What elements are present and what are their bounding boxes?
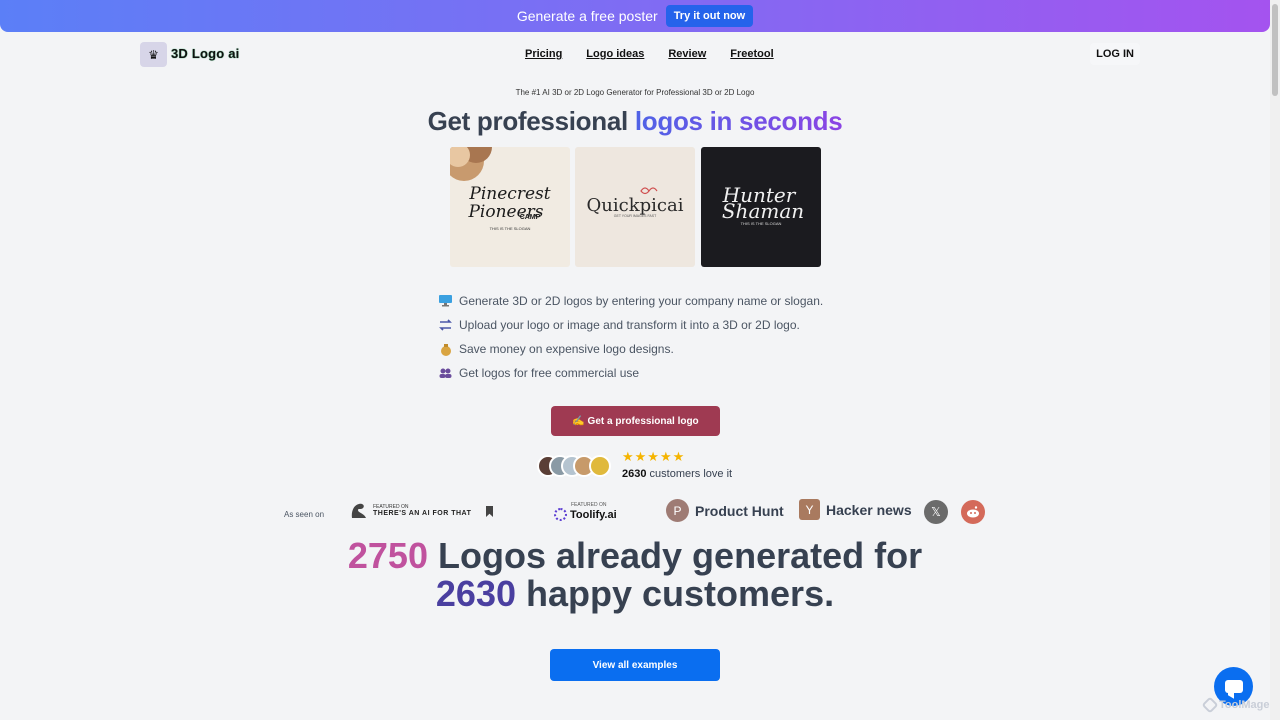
brand-name[interactable]: 3D Logo ai <box>171 46 239 61</box>
example-logo-quickpicai[interactable]: Quickpicai GET YOUR IMAGES FAST <box>575 147 695 267</box>
people-icon <box>439 367 452 380</box>
arm-icon <box>351 503 366 518</box>
promo-banner: Generate a free poster Try it out now <box>0 0 1270 32</box>
try-it-button[interactable]: Try it out now <box>665 5 754 27</box>
aift-name: THERE'S AN AI FOR THAT <box>373 509 472 517</box>
feature-item: Generate 3D or 2D logos by entering your… <box>439 289 823 313</box>
theresanaiforthat-badge[interactable]: FEATURED ON THERE'S AN AI FOR THAT <box>350 501 471 519</box>
get-logo-button[interactable]: ✍️ Get a professional logo <box>551 406 720 436</box>
hacker-news-icon: Y <box>799 499 820 520</box>
bookmark-icon <box>486 506 493 517</box>
headline-plain: Get professional <box>427 106 629 136</box>
as-seen-on-label: As seen on <box>284 510 325 519</box>
feature-item: Upload your logo or image and transform … <box>439 313 823 337</box>
product-hunt-badge[interactable]: P Product Hunt <box>666 499 784 522</box>
stats-headline: 2750 Logos already generated for 2630 ha… <box>0 537 1270 613</box>
watermark: ToolMage <box>1201 696 1270 714</box>
customer-count-number: 2630 <box>622 468 647 480</box>
hacker-news-badge[interactable]: Y Hacker news <box>799 499 912 520</box>
stats-line-1: 2750 Logos already generated for <box>0 537 1270 575</box>
quickpicai-slogan: GET YOUR IMAGES FAST <box>614 214 657 218</box>
hacker-news-label: Hacker news <box>826 501 912 518</box>
hunter-slogan: THIS IS THE SLOGAN <box>741 221 782 226</box>
logos-generated-count: 2750 <box>347 535 428 576</box>
product-hunt-label: Product Hunt <box>695 502 784 519</box>
nav-links: Pricing Logo ideas Review Freetool <box>525 48 798 60</box>
toolify-badge[interactable]: FEATURED ON Toolify.ai <box>554 502 617 521</box>
customer-count: 2630 customers love it <box>622 468 732 480</box>
pinecrest-slogan: THIS IS THE SLOGAN <box>490 226 531 231</box>
feature-item: Get logos for free commercial use <box>439 361 823 385</box>
avatar <box>589 455 611 477</box>
transform-icon <box>439 319 452 332</box>
page-scrollbar[interactable] <box>1270 0 1280 720</box>
hunter-line2: Shaman <box>722 199 804 223</box>
x-twitter-icon[interactable]: 𝕏 <box>924 500 948 524</box>
hero-headline: Get professional logos in seconds <box>0 106 1270 137</box>
as-seen-on: As seen on FEATURED ON THERE'S AN AI FOR… <box>284 496 1004 526</box>
brand-logo-icon[interactable]: ♛ <box>140 42 167 67</box>
headline-accent: logos in seconds <box>634 106 843 136</box>
pinecrest-line1: Pinecrest <box>468 184 550 204</box>
toolify-gear-icon <box>554 508 567 521</box>
watermark-logo-icon <box>1201 696 1219 714</box>
feature-text: Save money on expensive logo designs. <box>459 342 674 356</box>
rating-block: ★★★★★ 2630 customers love it <box>622 449 732 481</box>
feature-text: Generate 3D or 2D logos by entering your… <box>459 294 824 308</box>
toolify-name: Toolify.ai <box>570 508 617 521</box>
promo-text: Generate a free poster <box>516 8 658 24</box>
logos-generated-text: Logos already generated for <box>427 535 923 576</box>
view-all-examples-button[interactable]: View all examples <box>550 649 720 681</box>
example-gallery: Pinecrest Pioneers CAMP THIS IS THE SLOG… <box>450 147 821 267</box>
happy-customers-text: happy customers. <box>516 573 835 614</box>
customer-count-suffix: customers love it <box>646 468 733 480</box>
hero-tagline: The #1 AI 3D or 2D Logo Generator for Pr… <box>515 88 755 97</box>
customer-avatars <box>537 455 617 479</box>
feature-item: Save money on expensive logo designs. <box>439 337 823 361</box>
stats-line-2: 2630 happy customers. <box>0 575 1270 613</box>
chat-bubble-icon <box>1224 680 1243 693</box>
feature-text: Upload your logo or image and transform … <box>459 318 800 332</box>
nav-link-freetool[interactable]: Freetool <box>730 48 773 60</box>
reddit-icon[interactable] <box>961 500 985 524</box>
nav-link-logo-ideas[interactable]: Logo ideas <box>586 48 644 60</box>
star-rating-icon: ★★★★★ <box>622 449 686 464</box>
example-logo-pinecrest[interactable]: Pinecrest Pioneers CAMP THIS IS THE SLOG… <box>450 147 570 267</box>
top-nav: ♛ 3D Logo ai Pricing Logo ideas Review F… <box>140 40 1140 68</box>
login-button[interactable]: LOG IN <box>1090 43 1140 65</box>
product-hunt-icon: P <box>666 499 689 522</box>
happy-customers-count: 2630 <box>435 573 516 614</box>
watermark-text: ToolMage <box>1219 699 1270 711</box>
computer-icon <box>439 295 452 308</box>
example-logo-hunter-shaman[interactable]: Hunter Shaman THIS IS THE SLOGAN <box>701 147 821 267</box>
scrollbar-thumb[interactable] <box>1272 4 1278 96</box>
quickpicai-name: Quickpicai <box>587 195 684 216</box>
pinecrest-line3: CAMP <box>520 214 541 221</box>
feature-text: Get logos for free commercial use <box>459 366 640 380</box>
money-bag-icon <box>439 343 452 356</box>
nav-link-review[interactable]: Review <box>668 48 706 60</box>
nav-link-pricing[interactable]: Pricing <box>525 48 562 60</box>
feature-list: Generate 3D or 2D logos by entering your… <box>439 289 823 385</box>
